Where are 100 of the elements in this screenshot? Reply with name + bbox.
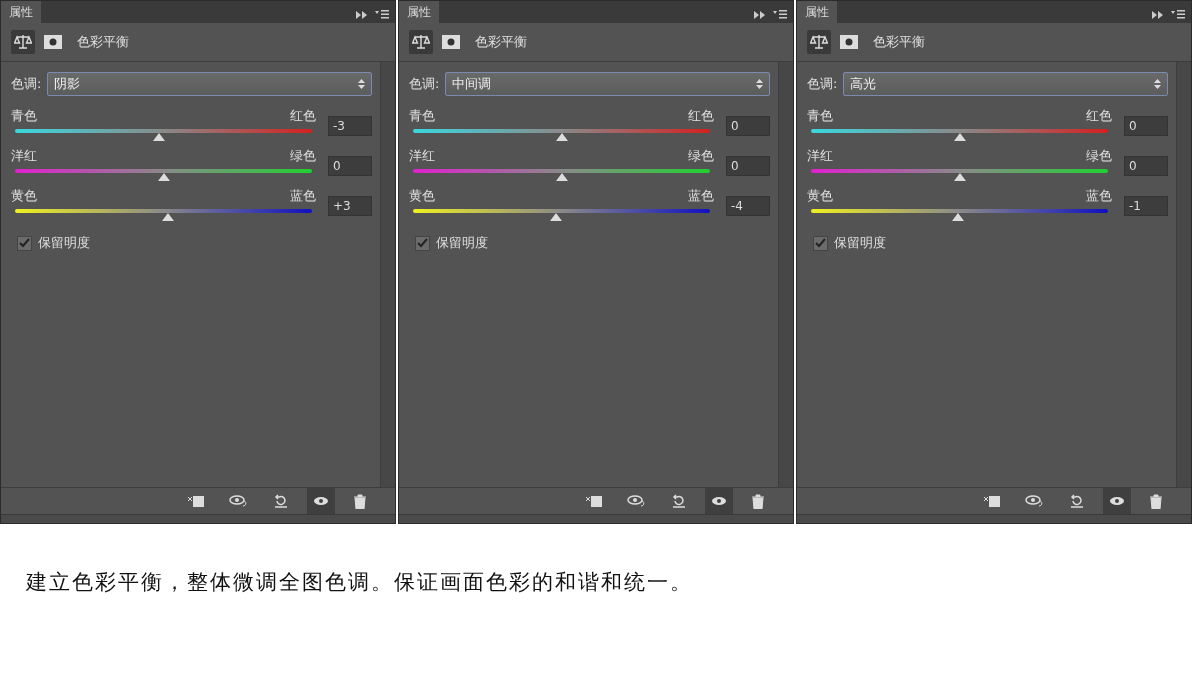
slider-left-label: 黄色 <box>409 187 435 205</box>
color-slider-track[interactable] <box>413 127 710 141</box>
eye-icon <box>1109 496 1125 506</box>
value-field[interactable]: -4 <box>726 196 770 216</box>
color-slider-track[interactable] <box>15 127 312 141</box>
clip-icon <box>187 494 205 508</box>
visibility-button[interactable] <box>1103 488 1131 514</box>
value-field[interactable]: 0 <box>1124 116 1168 136</box>
collapse-icon[interactable] <box>356 10 367 19</box>
slider-left-label: 黄色 <box>11 187 37 205</box>
adjustment-title: 色彩平衡 <box>475 33 527 51</box>
value-field[interactable]: -1 <box>1124 196 1168 216</box>
value-field[interactable]: +3 <box>328 196 372 216</box>
slider-thumb[interactable] <box>161 213 174 221</box>
slider-right-label: 蓝色 <box>1086 187 1112 205</box>
slider-right-label: 蓝色 <box>290 187 316 205</box>
tone-dropdown[interactable]: 高光 <box>843 72 1168 96</box>
scale-icon[interactable] <box>412 34 430 50</box>
slider-right-label: 红色 <box>688 107 714 125</box>
check-icon <box>815 238 826 248</box>
slider-thumb[interactable] <box>555 173 568 181</box>
checkbox-label: 保留明度 <box>436 234 488 252</box>
checkbox[interactable] <box>17 235 32 251</box>
collapse-icon[interactable] <box>754 10 765 19</box>
panel-tab[interactable]: 属性 <box>399 1 439 23</box>
menu-icon[interactable] <box>773 10 787 19</box>
collapse-icon[interactable] <box>1152 10 1163 19</box>
stepper-icon <box>1154 79 1161 89</box>
adjustment-title: 色彩平衡 <box>873 33 925 51</box>
slider-right-label: 红色 <box>1086 107 1112 125</box>
menu-icon[interactable] <box>375 10 389 19</box>
mask-icon[interactable] <box>44 35 62 49</box>
eye-arrow-icon <box>1025 494 1045 508</box>
mask-icon[interactable] <box>442 35 460 49</box>
menu-icon[interactable] <box>1171 10 1185 19</box>
slider-right-label: 绿色 <box>1086 147 1112 165</box>
trash-icon <box>353 493 367 509</box>
checkbox-label: 保留明度 <box>38 234 90 252</box>
panel-tab[interactable]: 属性 <box>1 1 41 23</box>
reset-icon <box>1069 493 1085 509</box>
color-slider-track[interactable] <box>811 207 1108 221</box>
visibility-button[interactable] <box>307 488 335 514</box>
value-field[interactable]: -3 <box>328 116 372 136</box>
slider-left-label: 黄色 <box>807 187 833 205</box>
color-slider-track[interactable] <box>811 167 1108 181</box>
color-slider-track[interactable] <box>413 167 710 181</box>
checkbox[interactable] <box>415 235 430 251</box>
panel-tab[interactable]: 属性 <box>797 1 837 23</box>
slider-thumb[interactable] <box>953 173 966 181</box>
color-slider-track[interactable] <box>15 167 312 181</box>
color-slider-track[interactable] <box>811 127 1108 141</box>
value-field[interactable]: 0 <box>726 116 770 136</box>
slider-left-label: 洋红 <box>409 147 435 165</box>
slider-thumb[interactable] <box>153 133 166 141</box>
clip-icon <box>983 494 1001 508</box>
eye-arrow-icon <box>627 494 647 508</box>
slider-thumb[interactable] <box>549 213 562 221</box>
value-field[interactable]: 0 <box>1124 156 1168 176</box>
check-icon <box>19 238 30 248</box>
adjustment-title: 色彩平衡 <box>77 33 129 51</box>
slider-right-label: 红色 <box>290 107 316 125</box>
tone-dropdown[interactable]: 阴影 <box>47 72 372 96</box>
eye-icon <box>711 496 727 506</box>
resize-grip[interactable] <box>797 514 1191 523</box>
value-field[interactable]: 0 <box>726 156 770 176</box>
slider-right-label: 绿色 <box>688 147 714 165</box>
slider-thumb[interactable] <box>555 133 568 141</box>
scrollbar-track[interactable] <box>380 62 395 487</box>
caption-text: 建立色彩平衡，整体微调全图色调。保证画面色彩的和谐和统一。 <box>26 569 694 596</box>
clip-icon <box>585 494 603 508</box>
value-field[interactable]: 0 <box>328 156 372 176</box>
resize-grip[interactable] <box>399 514 793 523</box>
color-slider-track[interactable] <box>413 207 710 221</box>
scrollbar-track[interactable] <box>1176 62 1191 487</box>
color-slider-track[interactable] <box>15 207 312 221</box>
tone-label: 色调: <box>807 75 838 93</box>
checkbox-label: 保留明度 <box>834 234 886 252</box>
tone-label: 色调: <box>11 75 42 93</box>
slider-left-label: 青色 <box>11 107 37 125</box>
visibility-button[interactable] <box>705 488 733 514</box>
eye-icon <box>313 496 329 506</box>
mask-icon[interactable] <box>840 35 858 49</box>
scrollbar-track[interactable] <box>778 62 793 487</box>
tone-dropdown[interactable]: 中间调 <box>445 72 770 96</box>
slider-thumb[interactable] <box>953 133 966 141</box>
scale-icon[interactable] <box>14 34 32 50</box>
checkbox[interactable] <box>813 235 828 251</box>
stepper-icon <box>756 79 763 89</box>
stepper-icon <box>358 79 365 89</box>
scale-icon[interactable] <box>810 34 828 50</box>
slider-thumb[interactable] <box>157 173 170 181</box>
slider-thumb[interactable] <box>952 213 964 221</box>
resize-grip[interactable] <box>1 514 395 523</box>
slider-left-label: 洋红 <box>807 147 833 165</box>
check-icon <box>417 238 428 248</box>
trash-icon <box>1149 493 1163 509</box>
reset-icon <box>671 493 687 509</box>
slider-right-label: 绿色 <box>290 147 316 165</box>
tone-label: 色调: <box>409 75 440 93</box>
slider-left-label: 青色 <box>409 107 435 125</box>
